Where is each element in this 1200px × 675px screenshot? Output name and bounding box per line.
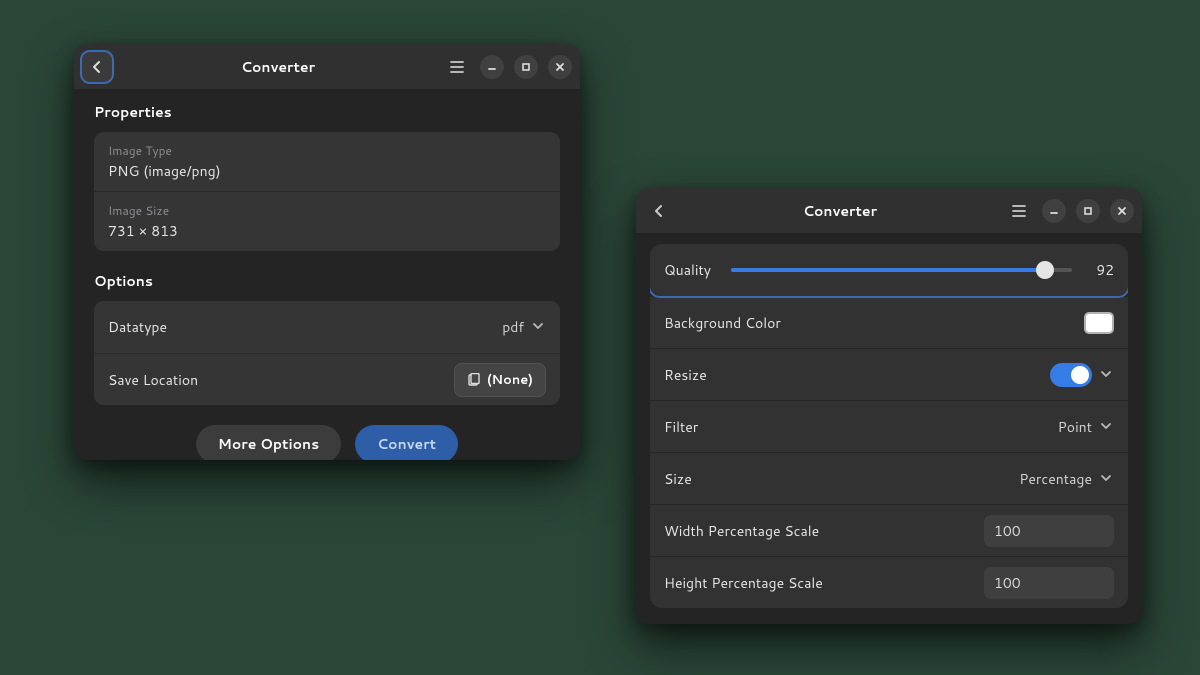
converter-window-main: Converter Properties Image Type PNG (ima… — [74, 44, 580, 460]
options-card: Datatype pdf Save Location (None) — [94, 301, 560, 405]
filter-row[interactable]: Filter Point — [650, 400, 1128, 452]
filter-value: Point — [1058, 417, 1092, 437]
maximize-button[interactable] — [514, 55, 538, 79]
converter-window-options: Converter Quality — [636, 188, 1142, 624]
menu-button[interactable] — [444, 54, 470, 80]
window-title: Converter — [112, 57, 444, 77]
width-scale-row: Width Percentage Scale 100 — [650, 504, 1128, 556]
resize-row: Resize — [650, 348, 1128, 400]
back-button[interactable] — [644, 196, 674, 226]
width-scale-label: Width Percentage Scale — [664, 521, 819, 541]
minimize-button[interactable] — [1042, 199, 1066, 223]
height-scale-input[interactable]: 100 — [984, 567, 1114, 599]
image-type-label: Image Type — [108, 142, 546, 159]
height-scale-label: Height Percentage Scale — [664, 573, 823, 593]
resize-toggle[interactable] — [1050, 363, 1092, 387]
width-scale-value: 100 — [994, 521, 1021, 541]
close-button[interactable] — [548, 55, 572, 79]
file-icon — [467, 373, 481, 387]
chevron-down-icon — [1100, 472, 1114, 486]
menu-button[interactable] — [1006, 198, 1032, 224]
resize-label: Resize — [664, 365, 707, 385]
window-title: Converter — [674, 201, 1006, 221]
back-button[interactable] — [82, 52, 112, 82]
window-controls — [1006, 198, 1134, 224]
datatype-label: Datatype — [108, 317, 167, 337]
properties-heading: Properties — [94, 102, 560, 122]
quality-slider[interactable] — [731, 268, 1072, 272]
datatype-row[interactable]: Datatype pdf — [94, 301, 560, 353]
window-controls — [444, 54, 572, 80]
height-scale-row: Height Percentage Scale 100 — [650, 556, 1128, 608]
maximize-button[interactable] — [1076, 199, 1100, 223]
background-color-swatch[interactable] — [1084, 312, 1114, 334]
options-list: Quality 92 Background Color Resize — [650, 244, 1128, 608]
properties-card: Image Type PNG (image/png) Image Size 73… — [94, 132, 560, 251]
save-location-label: Save Location — [108, 370, 198, 390]
background-color-label: Background Color — [664, 313, 781, 333]
close-button[interactable] — [1110, 199, 1134, 223]
width-scale-input[interactable]: 100 — [984, 515, 1114, 547]
save-location-row: Save Location (None) — [94, 353, 560, 405]
minimize-button[interactable] — [480, 55, 504, 79]
save-location-picker[interactable]: (None) — [454, 363, 546, 397]
size-label: Size — [664, 469, 692, 489]
image-size-label: Image Size — [108, 202, 546, 219]
datatype-value: pdf — [502, 317, 524, 337]
image-type-value: PNG (image/png) — [108, 161, 546, 181]
quality-label: Quality — [664, 260, 711, 280]
titlebar: Converter — [636, 188, 1142, 234]
height-scale-value: 100 — [994, 573, 1021, 593]
chevron-down-icon[interactable] — [1100, 368, 1114, 382]
filter-label: Filter — [664, 417, 698, 437]
options-heading: Options — [94, 271, 560, 291]
quality-row: Quality 92 — [650, 244, 1128, 296]
size-row[interactable]: Size Percentage — [650, 452, 1128, 504]
image-size-row: Image Size 731 × 813 — [94, 191, 560, 251]
quality-value: 92 — [1088, 260, 1114, 280]
size-value: Percentage — [1019, 469, 1092, 489]
background-color-row: Background Color — [650, 296, 1128, 348]
convert-button[interactable]: Convert — [355, 425, 458, 460]
more-options-button[interactable]: More Options — [196, 425, 341, 460]
chevron-down-icon — [1100, 420, 1114, 434]
window-body: Quality 92 Background Color Resize — [636, 234, 1142, 608]
save-location-value: (None) — [487, 371, 533, 389]
action-buttons: More Options Convert — [94, 425, 560, 460]
titlebar: Converter — [74, 44, 580, 90]
chevron-down-icon — [532, 320, 546, 334]
image-type-row: Image Type PNG (image/png) — [94, 132, 560, 191]
window-body: Properties Image Type PNG (image/png) Im… — [74, 90, 580, 460]
image-size-value: 731 × 813 — [108, 221, 546, 241]
